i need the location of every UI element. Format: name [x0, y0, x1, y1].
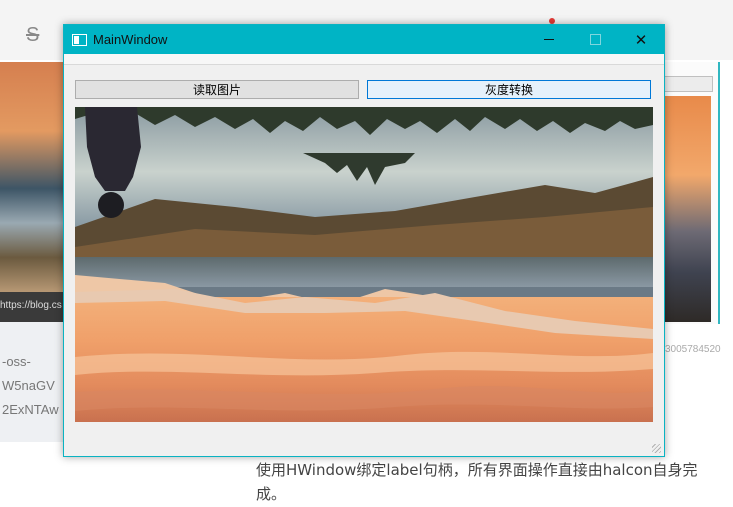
strikethrough-icon: S	[26, 24, 40, 46]
app-window-icon	[72, 34, 87, 46]
close-button[interactable]: ✕	[618, 25, 664, 54]
minimize-icon	[544, 39, 554, 40]
background-image-right	[663, 96, 711, 322]
image-display-label[interactable]	[75, 107, 653, 422]
main-window: MainWindow ✕ 读取图片 灰度转换	[63, 24, 665, 457]
grayscale-convert-button[interactable]: 灰度转换	[367, 80, 651, 99]
background-link-text[interactable]: https://blog.cs	[0, 300, 62, 311]
maximize-icon	[589, 34, 601, 45]
background-caption: 3005784520	[665, 344, 721, 355]
article-text: 使用HWindow绑定label句柄，所有界面操作直接由halcon自身完成。	[256, 461, 698, 503]
resize-grip[interactable]	[652, 444, 661, 453]
background-image-left	[0, 62, 64, 292]
flipped-landscape-image	[75, 107, 653, 422]
close-icon: ✕	[634, 30, 648, 49]
background-code-line: W5naGV	[2, 378, 55, 393]
background-code-line: 2ExNTAw	[2, 402, 59, 417]
background-code-block: -oss- W5naGV 2ExNTAw	[0, 322, 64, 442]
title-bar[interactable]: MainWindow ✕	[64, 25, 664, 54]
window-title: MainWindow	[93, 32, 168, 47]
maximize-button[interactable]	[572, 25, 618, 54]
background-input	[663, 76, 713, 92]
background-image-caption-band: https://blog.cs	[0, 292, 64, 322]
menu-bar	[64, 54, 664, 65]
minimize-button[interactable]	[526, 25, 572, 54]
read-image-button[interactable]: 读取图片	[75, 80, 359, 99]
background-code-line: -oss-	[2, 354, 31, 369]
